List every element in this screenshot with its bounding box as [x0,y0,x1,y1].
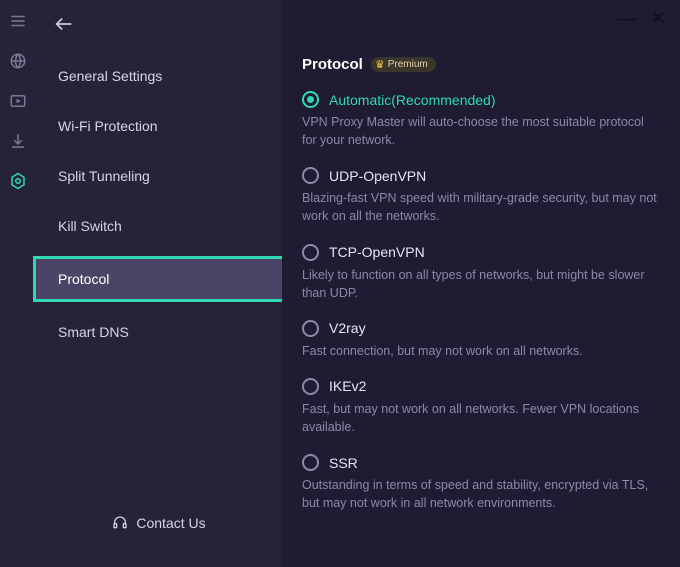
back-button[interactable] [50,10,78,38]
option-title: UDP-OpenVPN [329,168,426,184]
globe-icon[interactable] [9,52,27,70]
section-title: Protocol [302,56,363,73]
option-title: IKEv2 [329,378,366,394]
option-v2ray: V2ray Fast connection, but may not work … [302,320,660,360]
option-ikev2-head[interactable]: IKEv2 [302,378,660,395]
nav-wifi-protection[interactable]: Wi-Fi Protection [36,106,282,146]
option-desc: Likely to function on all types of netwo… [302,266,660,302]
radio-icon [302,320,319,337]
crown-icon: ♛ [375,58,385,71]
option-ikev2: IKEv2 Fast, but may not work on all netw… [302,378,660,436]
option-desc: VPN Proxy Master will auto-choose the mo… [302,113,660,149]
option-title: SSR [329,455,358,471]
option-desc: Outstanding in terms of speed and stabil… [302,476,660,512]
protocol-options: Automatic(Recommended) VPN Proxy Master … [302,91,660,512]
option-udp-openvpn-head[interactable]: UDP-OpenVPN [302,167,660,184]
option-automatic: Automatic(Recommended) VPN Proxy Master … [302,91,660,149]
option-desc: Fast, but may not work on all networks. … [302,400,660,436]
radio-icon [302,244,319,261]
nav-list: General Settings Wi-Fi Protection Split … [36,56,282,362]
option-desc: Blazing-fast VPN speed with military-gra… [302,189,660,225]
option-ssr: SSR Outstanding in terms of speed and st… [302,454,660,512]
settings-sidebar: General Settings Wi-Fi Protection Split … [36,0,282,567]
nav-smart-dns[interactable]: Smart DNS [36,312,282,352]
radio-icon [302,454,319,471]
option-title: V2ray [329,320,366,336]
headset-icon [112,515,128,531]
premium-label: Premium [388,59,428,70]
minimize-button[interactable]: — [617,15,637,23]
nav-kill-switch[interactable]: Kill Switch [36,206,282,246]
nav-protocol[interactable]: Protocol [33,256,285,302]
main-panel: — ✕ Protocol ♛ Premium Automatic(Recomme… [282,0,680,567]
option-ssr-head[interactable]: SSR [302,454,660,471]
option-desc: Fast connection, but may not work on all… [302,342,660,360]
contact-us-label: Contact Us [136,515,205,531]
nav-split-tunneling[interactable]: Split Tunneling [36,156,282,196]
option-tcp-openvpn-head[interactable]: TCP-OpenVPN [302,244,660,261]
option-title: Automatic(Recommended) [329,92,496,108]
download-icon[interactable] [9,132,27,150]
menu-icon[interactable] [9,12,27,30]
option-tcp-openvpn: TCP-OpenVPN Likely to function on all ty… [302,244,660,302]
option-v2ray-head[interactable]: V2ray [302,320,660,337]
radio-icon [302,91,319,108]
icon-rail [0,0,36,567]
premium-badge: ♛ Premium [371,57,436,72]
radio-icon [302,167,319,184]
close-button[interactable]: ✕ [651,8,666,29]
section-header: Protocol ♛ Premium [302,56,660,73]
radio-icon [302,378,319,395]
option-title: TCP-OpenVPN [329,244,425,260]
window-controls: — ✕ [617,8,666,29]
play-icon[interactable] [9,92,27,110]
option-automatic-head[interactable]: Automatic(Recommended) [302,91,660,108]
contact-us-button[interactable]: Contact Us [36,515,282,531]
settings-icon[interactable] [9,172,27,190]
option-udp-openvpn: UDP-OpenVPN Blazing-fast VPN speed with … [302,167,660,225]
nav-general-settings[interactable]: General Settings [36,56,282,96]
